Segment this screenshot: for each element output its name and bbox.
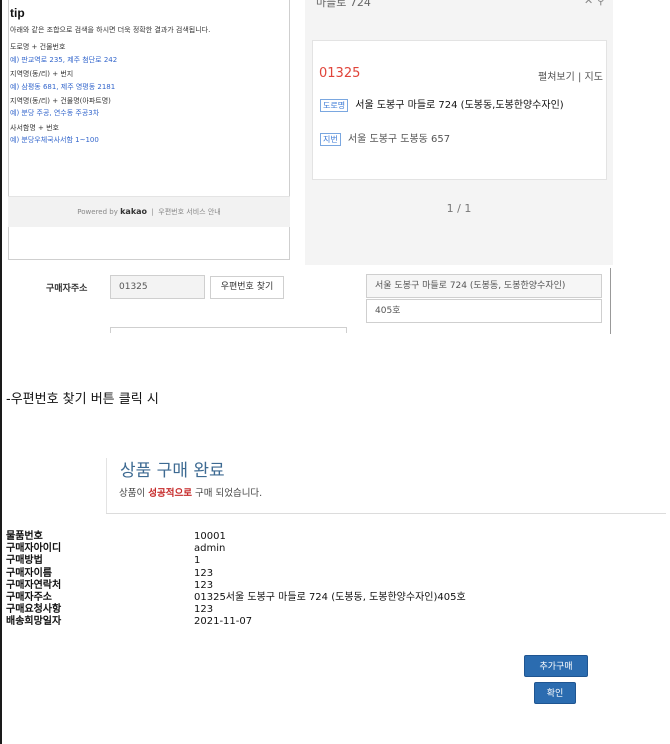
info-value: 2021-11-07 — [194, 616, 253, 628]
tip-line: 사서함명 + 번호 — [10, 123, 59, 132]
info-label: 구매자주소 — [6, 592, 52, 604]
info-label: 구매방법 — [6, 555, 43, 567]
address-line1-input[interactable]: 서울 도봉구 마들로 724 (도봉동, 도봉한양수자인) — [366, 274, 602, 298]
tip-example: 예) 삼평동 681, 제주 영평동 2181 — [10, 82, 116, 91]
tip-lines: 아래와 같은 조합으로 검색을 하시면 더욱 정확한 결과가 검색됩니다. 도로… — [10, 24, 280, 147]
form-right-border — [610, 268, 611, 334]
tip-line: 아래와 같은 조합으로 검색을 하시면 더욱 정확한 결과가 검색됩니다. — [10, 26, 211, 34]
road-address-text[interactable]: 서울 도봉구 마들로 724 (도봉동,도봉한양수자인) — [355, 100, 563, 111]
road-badge: 도로명 — [320, 99, 349, 112]
tip-example: 예) 분당우체국사서함 1~100 — [10, 136, 99, 145]
next-input-field[interactable] — [110, 327, 347, 333]
complete-message: 상품이 성공적으로 구매 되었습니다. — [119, 485, 262, 499]
result-zip-code[interactable]: 01325 — [319, 66, 360, 81]
info-label: 구매요청사항 — [6, 604, 62, 616]
buyer-address-label: 구매자주소 — [46, 284, 88, 294]
order-info-labels: 물품번호 구매자아이디 구매방법 구매자이름 구매자연락처 구매자주소 구매요청… — [6, 531, 61, 629]
info-value: 10001 — [194, 531, 226, 542]
info-value: 01325서울 도봉구 마들로 724 (도봉동, 도봉한양수자인)405호 — [194, 592, 466, 604]
info-label: 구매자아이디 — [6, 543, 62, 555]
info-value: 123 — [194, 604, 214, 616]
powered-by-text: Powered by — [77, 208, 118, 216]
info-label: 구매자연락처 — [6, 579, 62, 591]
tip-line: 지역명(동/리) + 번지 — [10, 70, 74, 79]
info-value: 1 — [194, 555, 201, 567]
message-suffix: 구매 되었습니다. — [191, 488, 263, 499]
order-info-values: 10001 admin 1 123 123 01325서울 도봉구 마들로 72… — [194, 531, 466, 629]
result-pagination[interactable]: 1 / 1 — [305, 202, 613, 215]
jibun-address-text[interactable]: 서울 도봉구 도봉동 657 — [348, 134, 450, 145]
page-title: 상품 구매 완료 — [120, 461, 225, 481]
kakao-logo: kakao — [120, 207, 148, 216]
zip-code-input[interactable]: 01325 — [110, 275, 205, 299]
confirm-button[interactable]: 확인 — [534, 682, 576, 704]
message-emphasis: 성공적으로 — [148, 488, 192, 499]
info-value: admin — [194, 543, 226, 555]
info-label: 물품번호 — [6, 531, 43, 542]
info-value: 123 — [194, 579, 214, 591]
tip-line: 도로명 + 건물번호 — [10, 43, 66, 52]
address-line2-input[interactable]: 405호 — [366, 299, 602, 323]
service-guide-link[interactable]: 우편번호 서비스 안내 — [158, 208, 220, 216]
step-caption: -우편번호 찾기 버튼 클릭 시 — [6, 392, 159, 407]
tip-line: 지역명(동/리) + 건물명(아파트명) — [10, 97, 111, 106]
tip-example: 예) 판교역로 235, 제주 첨단로 242 — [10, 55, 118, 64]
search-query-text: 마들로 724 — [316, 0, 371, 9]
search-header-icons: ✕ ⚲ — [584, 0, 605, 7]
search-icon[interactable]: ⚲ — [597, 0, 605, 7]
complete-box-left-edge — [106, 458, 107, 514]
road-address-row[interactable]: 도로명 서울 도봉구 마들로 724 (도봉동,도봉한양수자인) — [320, 96, 564, 112]
tip-footer: Powered by kakao | 우편번호 서비스 안내 — [8, 196, 290, 227]
message-prefix: 상품이 — [119, 488, 149, 499]
tip-title: tip — [10, 6, 25, 20]
jibun-badge: 지번 — [320, 133, 341, 146]
more-purchase-button[interactable]: 추가구매 — [524, 655, 588, 677]
close-icon[interactable]: ✕ — [584, 0, 593, 7]
info-label: 배송희망일자 — [6, 616, 62, 628]
page-left-border — [0, 0, 2, 744]
find-zip-button[interactable]: 우편번호 찾기 — [210, 276, 284, 299]
tip-example: 예) 분당 주공, 연수동 주공3차 — [10, 109, 100, 118]
info-label: 구매자이름 — [6, 567, 52, 579]
result-links[interactable]: 펼쳐보기 | 지도 — [538, 68, 603, 83]
info-value: 123 — [194, 567, 214, 579]
divider — [106, 513, 666, 514]
jibun-address-row[interactable]: 지번 서울 도봉구 도봉동 657 — [320, 130, 450, 146]
